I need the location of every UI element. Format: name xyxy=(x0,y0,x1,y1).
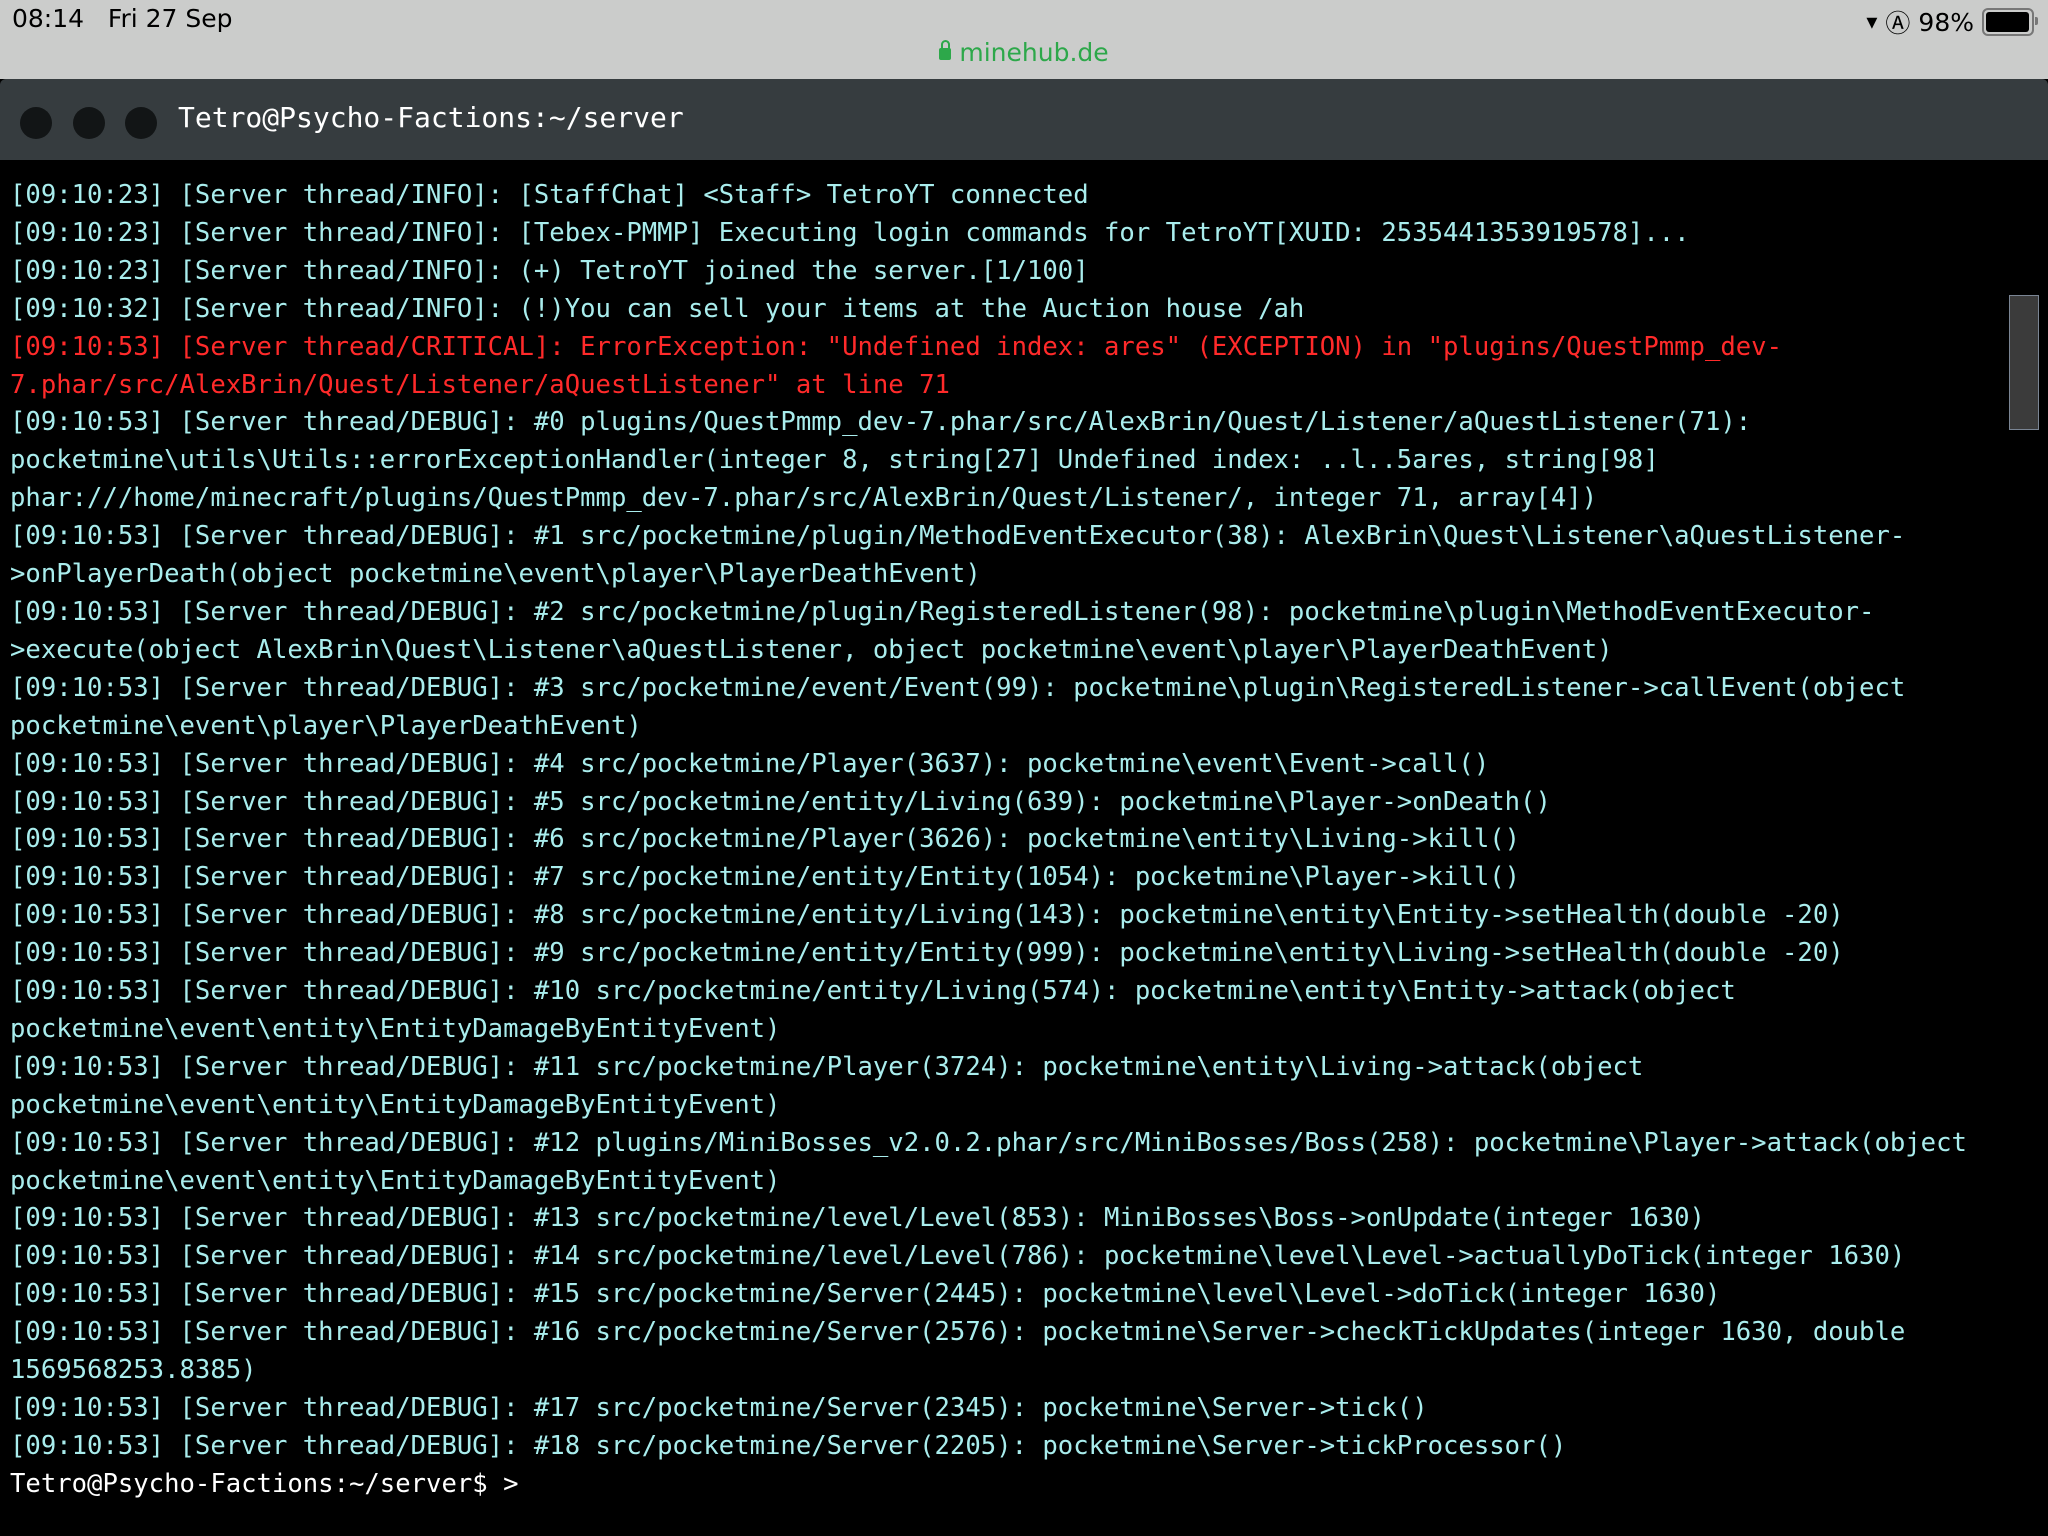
window-close-button[interactable] xyxy=(20,107,52,139)
log-line: [09:10:53] [Server thread/DEBUG]: #18 sr… xyxy=(10,1430,1567,1461)
battery-icon xyxy=(1982,8,2038,36)
terminal-titlebar: Tetro@Psycho-Factions:~/server xyxy=(0,79,2048,160)
time: 08:14 xyxy=(12,4,85,33)
log-line: pocketmine\utils\Utils::errorExceptionHa… xyxy=(10,445,1659,476)
terminal-title: Tetro@Psycho-Factions:~/server xyxy=(178,101,684,134)
log-line: 7.phar/src/AlexBrin/Quest/Listener/aQues… xyxy=(10,369,950,400)
log-line: [09:10:53] [Server thread/DEBUG]: #13 sr… xyxy=(10,1203,1705,1234)
command-prompt[interactable]: Tetro@Psycho-Factions:~/server$ > xyxy=(10,1466,1967,1504)
log-line: [09:10:53] [Server thread/CRITICAL]: Err… xyxy=(10,331,1783,362)
status-time: 08:14 Fri 27 Sep xyxy=(12,4,233,33)
log-line: [09:10:53] [Server thread/DEBUG]: #2 src… xyxy=(10,596,1875,627)
status-indicators: ▾ Ⓐ 98% xyxy=(1866,4,2038,40)
url-bar[interactable]: minehub.de xyxy=(0,38,2048,67)
log-line: pocketmine\event\entity\EntityDamageByEn… xyxy=(10,1013,781,1044)
log-line: [09:10:53] [Server thread/DEBUG]: #7 src… xyxy=(10,862,1521,893)
wifi-icon: ▾ xyxy=(1866,9,1878,35)
log-line: [09:10:53] [Server thread/DEBUG]: #8 src… xyxy=(10,900,1844,931)
log-line: phar:///home/minecraft/plugins/QuestPmmp… xyxy=(10,483,1598,514)
log-line: [09:10:53] [Server thread/DEBUG]: #17 sr… xyxy=(10,1393,1428,1423)
log-line: [09:10:23] [Server thread/INFO]: [StaffC… xyxy=(10,180,1089,210)
log-line: [09:10:53] [Server thread/DEBUG]: #6 src… xyxy=(10,824,1521,855)
log-line: [09:10:53] [Server thread/DEBUG]: #16 sr… xyxy=(10,1317,1906,1348)
log-line: [09:10:53] [Server thread/DEBUG]: #12 pl… xyxy=(10,1127,1967,1158)
log-line: [09:10:53] [Server thread/DEBUG]: #4 src… xyxy=(10,748,1490,779)
window-minimize-button[interactable] xyxy=(73,107,105,139)
scrollbar-thumb[interactable] xyxy=(2009,295,2039,430)
window-maximize-button[interactable] xyxy=(125,107,157,139)
log-line: pocketmine\event\entity\EntityDamageByEn… xyxy=(10,1165,781,1196)
log-line: pocketmine\event\player\PlayerDeathEvent… xyxy=(10,710,642,741)
log-line: pocketmine\event\entity\EntityDamageByEn… xyxy=(10,1089,781,1120)
terminal-output[interactable]: [09:10:23] [Server thread/INFO]: [StaffC… xyxy=(10,177,1967,1504)
log-line: [09:10:23] [Server thread/INFO]: (+) Tet… xyxy=(10,255,1089,286)
log-line: [09:10:53] [Server thread/DEBUG]: #1 src… xyxy=(10,521,1906,552)
log-line: [09:10:53] [Server thread/DEBUG]: #11 sr… xyxy=(10,1051,1644,1082)
log-line: [09:10:23] [Server thread/INFO]: [Tebex-… xyxy=(10,217,1690,248)
log-line: [09:10:32] [Server thread/INFO]: (!)You … xyxy=(10,293,1305,324)
log-line: >onPlayerDeath(object pocketmine\event\p… xyxy=(10,559,981,590)
orientation-lock-icon: Ⓐ xyxy=(1885,9,1911,38)
lock-icon xyxy=(939,40,952,60)
log-line: >execute(object AlexBrin\Quest\Listener\… xyxy=(10,634,1613,665)
log-line: 1569568253.8385) xyxy=(10,1355,257,1386)
log-line: [09:10:53] [Server thread/DEBUG]: #3 src… xyxy=(10,672,1906,703)
log-line: [09:10:53] [Server thread/DEBUG]: #5 src… xyxy=(10,786,1551,817)
log-line: [09:10:53] [Server thread/DEBUG]: #10 sr… xyxy=(10,976,1736,1007)
battery-percent: 98% xyxy=(1918,7,1974,37)
log-line: [09:10:53] [Server thread/DEBUG]: #14 sr… xyxy=(10,1241,1906,1272)
url-text: minehub.de xyxy=(959,38,1109,67)
log-line: [09:10:53] [Server thread/DEBUG]: #9 src… xyxy=(10,938,1844,969)
log-line: [09:10:53] [Server thread/DEBUG]: #0 plu… xyxy=(10,407,1752,438)
battery-fill xyxy=(1986,12,2030,32)
ios-status-bar: 08:14 Fri 27 Sep ▾ Ⓐ 98% minehub.de xyxy=(0,0,2048,79)
log-line: [09:10:53] [Server thread/DEBUG]: #15 sr… xyxy=(10,1279,1721,1310)
date: Fri 27 Sep xyxy=(107,4,233,33)
